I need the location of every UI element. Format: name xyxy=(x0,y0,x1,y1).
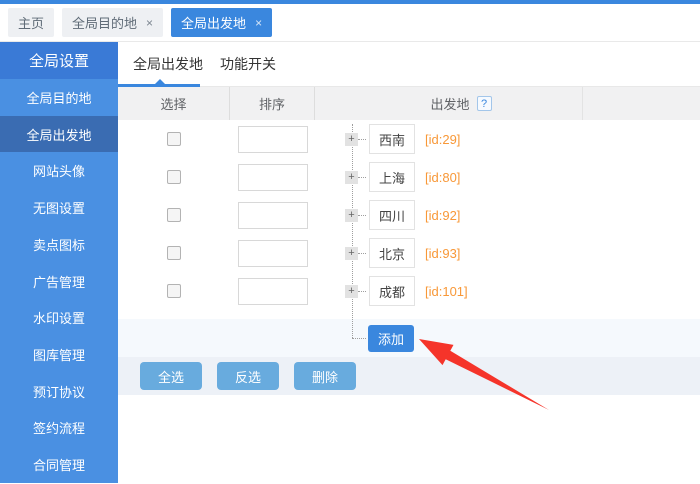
sort-cell xyxy=(230,240,315,267)
tree-connector xyxy=(358,291,366,292)
column-header-empty xyxy=(583,87,700,120)
tab-bar: 主页 全局目的地 × 全局出发地 × xyxy=(0,4,700,42)
add-row-band: 添加 xyxy=(118,319,700,357)
tree-line-corner xyxy=(352,338,366,339)
column-header-departure-label: 出发地 xyxy=(430,94,469,113)
top-tab[interactable]: 全局出发地 × xyxy=(171,8,272,37)
sort-input[interactable] xyxy=(238,202,308,229)
sidebar: 全局设置 全局目的地全局出发地网站头像无图设置卖点图标广告管理水印设置图库管理预… xyxy=(0,42,118,483)
action-button[interactable]: 反选 xyxy=(217,362,279,390)
tree-connector xyxy=(358,215,366,216)
sort-input[interactable] xyxy=(238,164,308,191)
table-row: + 成都 [id:101] xyxy=(118,272,700,310)
tree-connector xyxy=(358,177,366,178)
expand-icon[interactable]: + xyxy=(345,247,358,260)
departure-cell: + 西南 [id:29] xyxy=(315,124,700,154)
sort-input[interactable] xyxy=(238,240,308,267)
sort-cell xyxy=(230,278,315,305)
expand-icon[interactable]: + xyxy=(345,285,358,298)
sort-input[interactable] xyxy=(238,126,308,153)
active-tab-pointer xyxy=(155,79,165,84)
sidebar-item[interactable]: 图库管理 xyxy=(0,336,118,373)
table-row: + 上海 [id:80] xyxy=(118,158,700,196)
table-body: + 西南 [id:29] + 上海 [id:80] + 四川 [id:92 xyxy=(118,120,700,357)
bottom-whitespace xyxy=(118,395,700,483)
row-checkbox[interactable] xyxy=(167,284,181,298)
select-cell xyxy=(118,208,230,222)
departure-name[interactable]: 成都 xyxy=(369,276,415,306)
departure-cell: + 上海 [id:80] xyxy=(315,162,700,192)
sort-input[interactable] xyxy=(238,278,308,305)
action-button-band: 全选反选删除 xyxy=(118,357,700,395)
column-header-departure: 出发地 ? xyxy=(315,87,583,120)
departure-name[interactable]: 北京 xyxy=(369,238,415,268)
column-header-sort: 排序 xyxy=(230,87,315,120)
sidebar-item[interactable]: 卖点图标 xyxy=(0,226,118,263)
top-tab-label: 全局出发地 xyxy=(181,13,246,32)
column-header-select: 选择 xyxy=(118,87,230,120)
table-row: + 四川 [id:92] xyxy=(118,196,700,234)
row-id-label: [id:92] xyxy=(425,208,460,223)
rows-container: + 西南 [id:29] + 上海 [id:80] + 四川 [id:92 xyxy=(118,120,700,310)
sort-cell xyxy=(230,202,315,229)
main-area: 全局设置 全局目的地全局出发地网站头像无图设置卖点图标广告管理水印设置图库管理预… xyxy=(0,42,700,483)
table-row: + 西南 [id:29] xyxy=(118,120,700,158)
departure-cell: + 四川 [id:92] xyxy=(315,200,700,230)
action-button[interactable]: 删除 xyxy=(294,362,356,390)
sidebar-item[interactable]: 全局出发地 xyxy=(0,116,118,153)
departure-cell: + 成都 [id:101] xyxy=(315,276,700,306)
expand-icon[interactable]: + xyxy=(345,171,358,184)
row-checkbox[interactable] xyxy=(167,246,181,260)
expand-icon[interactable]: + xyxy=(345,209,358,222)
top-tab[interactable]: 主页 xyxy=(8,8,54,37)
select-cell xyxy=(118,284,230,298)
content-tab[interactable]: 全局出发地 xyxy=(133,54,203,74)
row-checkbox[interactable] xyxy=(167,170,181,184)
content-tab[interactable]: 功能开关 xyxy=(220,54,276,74)
select-cell xyxy=(118,132,230,146)
departure-cell: + 北京 [id:93] xyxy=(315,238,700,268)
sidebar-list: 全局目的地全局出发地网站头像无图设置卖点图标广告管理水印设置图库管理预订协议签约… xyxy=(0,79,118,483)
departure-name[interactable]: 四川 xyxy=(369,200,415,230)
sidebar-item[interactable]: 全局目的地 xyxy=(0,79,118,116)
sidebar-item[interactable]: 水印设置 xyxy=(0,299,118,336)
sidebar-item[interactable]: 无图设置 xyxy=(0,189,118,226)
sort-cell xyxy=(230,164,315,191)
table-header: 选择 排序 出发地 ? xyxy=(118,87,700,120)
row-id-label: [id:101] xyxy=(425,284,468,299)
row-id-label: [id:93] xyxy=(425,246,460,261)
sidebar-item[interactable]: 广告管理 xyxy=(0,263,118,300)
top-tab-label: 主页 xyxy=(18,13,44,32)
action-button[interactable]: 全选 xyxy=(140,362,202,390)
sort-cell xyxy=(230,126,315,153)
departure-name[interactable]: 西南 xyxy=(369,124,415,154)
sidebar-header: 全局设置 xyxy=(0,42,118,79)
select-cell xyxy=(118,246,230,260)
sidebar-item[interactable]: 签约流程 xyxy=(0,410,118,447)
table-row: + 北京 [id:93] xyxy=(118,234,700,272)
row-id-label: [id:80] xyxy=(425,170,460,185)
content-tab-bar: 全局出发地功能开关 xyxy=(118,42,700,87)
sidebar-item[interactable]: 预订协议 xyxy=(0,373,118,410)
help-icon[interactable]: ? xyxy=(477,96,492,111)
close-icon[interactable]: × xyxy=(255,16,262,30)
top-tab[interactable]: 全局目的地 × xyxy=(62,8,163,37)
row-checkbox[interactable] xyxy=(167,132,181,146)
expand-icon[interactable]: + xyxy=(345,133,358,146)
row-spacer xyxy=(118,310,700,319)
active-tab-underline xyxy=(118,84,200,87)
departure-name[interactable]: 上海 xyxy=(369,162,415,192)
close-icon[interactable]: × xyxy=(146,16,153,30)
sidebar-item[interactable]: 网站头像 xyxy=(0,152,118,189)
tree-connector xyxy=(358,253,366,254)
top-tab-label: 全局目的地 xyxy=(72,13,137,32)
content-panel: 全局出发地功能开关 选择 排序 出发地 ? + 西南 [id:29] xyxy=(118,42,700,483)
select-cell xyxy=(118,170,230,184)
row-checkbox[interactable] xyxy=(167,208,181,222)
tree-connector xyxy=(358,139,366,140)
sidebar-item[interactable]: 合同管理 xyxy=(0,446,118,483)
row-id-label: [id:29] xyxy=(425,132,460,147)
add-button[interactable]: 添加 xyxy=(368,325,414,352)
